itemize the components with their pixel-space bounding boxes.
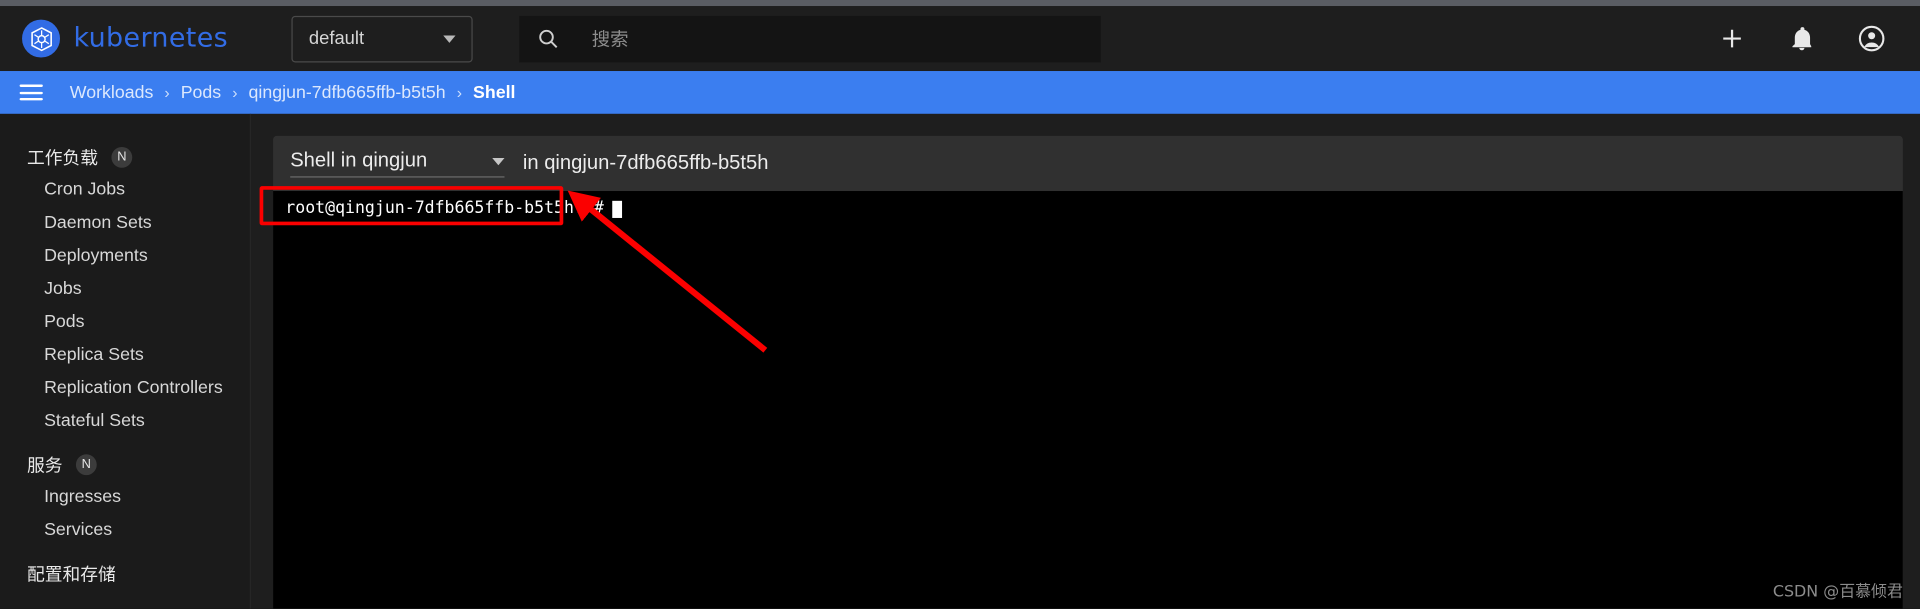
sidebar-group-label: 服务 bbox=[26, 456, 63, 476]
sidebar-item-label: Daemon Sets bbox=[44, 212, 152, 233]
terminal-output[interactable]: root@qingjun-7dfb665ffb-b5t5h:/# bbox=[273, 191, 1903, 609]
sidebar-item-label: Replica Sets bbox=[44, 344, 144, 365]
breadcrumb-item-pod-name[interactable]: qingjun-7dfb665ffb-b5t5h bbox=[249, 83, 446, 103]
breadcrumb-separator-icon: › bbox=[232, 83, 238, 102]
breadcrumb: Workloads › Pods › qingjun-7dfb665ffb-b5… bbox=[70, 83, 516, 103]
header-actions bbox=[1718, 24, 1886, 52]
namespace-selector[interactable]: default bbox=[291, 15, 474, 62]
breadcrumb-separator-icon: › bbox=[164, 83, 170, 102]
brand-name: kubernetes bbox=[73, 23, 229, 54]
namespace-selector-value: default bbox=[308, 28, 365, 49]
kubernetes-dashboard-app: kubernetes default 搜索 Workloads › Pods ›… bbox=[0, 0, 1920, 609]
shell-pod-label: in qingjun-7dfb665ffb-b5t5h bbox=[522, 151, 769, 174]
breadcrumb-bar: Workloads › Pods › qingjun-7dfb665ffb-b5… bbox=[0, 71, 1920, 114]
search-box[interactable]: 搜索 bbox=[519, 15, 1102, 62]
sidebar-group-label: 工作负载 bbox=[26, 148, 98, 169]
brand-logo[interactable]: kubernetes bbox=[22, 19, 229, 58]
account-circle-icon[interactable] bbox=[1858, 24, 1886, 52]
sidebar-group-workloads: 工作负载 N bbox=[0, 141, 250, 173]
container-selector-value: Shell in qingjun bbox=[290, 149, 428, 172]
sidebar-item-ingresses[interactable]: Ingresses bbox=[0, 480, 250, 513]
breadcrumb-item-pods[interactable]: Pods bbox=[181, 83, 221, 103]
sidebar-group-services: 服务 N bbox=[0, 448, 250, 480]
main-content: Shell in qingjun in qingjun-7dfb665ffb-b… bbox=[251, 113, 1920, 609]
search-input[interactable]: 搜索 bbox=[592, 26, 629, 52]
sidebar-item-label: Cron Jobs bbox=[44, 179, 126, 199]
body-wrapper: 工作负载 N Cron Jobs Daemon Sets Deployments… bbox=[0, 113, 1920, 609]
breadcrumb-separator-icon: › bbox=[456, 83, 463, 102]
search-icon bbox=[537, 27, 560, 50]
sidebar-item-label: Services bbox=[44, 519, 113, 540]
sidebar-item-label: Replication Controllers bbox=[44, 377, 223, 398]
sidebar-item-label: Deployments bbox=[44, 245, 148, 266]
app-header: kubernetes default 搜索 bbox=[0, 6, 1920, 72]
sidebar-item-services[interactable]: Services bbox=[0, 513, 250, 546]
namespace-scope-badge: N bbox=[75, 453, 97, 475]
terminal-line: root@qingjun-7dfb665ffb-b5t5h:/# bbox=[285, 198, 1903, 219]
container-selector[interactable]: Shell in qingjun bbox=[290, 149, 505, 178]
breadcrumb-item-shell: Shell bbox=[473, 82, 516, 103]
plus-icon[interactable] bbox=[1718, 24, 1746, 52]
kubernetes-helm-wheel-icon bbox=[22, 19, 61, 58]
watermark: CSDN @百慕倾君 bbox=[1772, 582, 1903, 602]
bell-icon[interactable] bbox=[1788, 24, 1816, 52]
terminal-prompt: root@qingjun-7dfb665ffb-b5t5h:/# bbox=[285, 198, 604, 218]
sidebar-item-label: Jobs bbox=[44, 278, 82, 299]
sidebar-item-daemon-sets[interactable]: Daemon Sets bbox=[0, 206, 250, 239]
sidebar-item-stateful-sets[interactable]: Stateful Sets bbox=[0, 404, 250, 437]
sidebar-item-label: Ingresses bbox=[44, 486, 122, 507]
sidebar-group-config-storage: 配置和存储 bbox=[0, 557, 250, 589]
namespace-scope-badge: N bbox=[111, 146, 133, 168]
sidebar-group-label: 配置和存储 bbox=[26, 565, 116, 585]
sidebar-item-jobs[interactable]: Jobs bbox=[0, 272, 250, 305]
sidebar-item-cron-jobs[interactable]: Cron Jobs bbox=[0, 173, 250, 206]
sidebar-item-label: Pods bbox=[44, 311, 85, 332]
breadcrumb-item-workloads[interactable]: Workloads bbox=[70, 83, 154, 103]
sidebar-item-deployments[interactable]: Deployments bbox=[0, 239, 250, 272]
block-cursor-icon bbox=[612, 200, 623, 218]
chevron-down-icon bbox=[443, 34, 456, 43]
sidebar-item-label: Stateful Sets bbox=[44, 410, 145, 431]
sidebar-item-replica-sets[interactable]: Replica Sets bbox=[0, 338, 250, 371]
sidebar-item-pods[interactable]: Pods bbox=[0, 305, 250, 338]
sidebar: 工作负载 N Cron Jobs Daemon Sets Deployments… bbox=[0, 113, 252, 609]
shell-card-header: Shell in qingjun in qingjun-7dfb665ffb-b… bbox=[273, 136, 1903, 191]
hamburger-menu-icon[interactable] bbox=[19, 80, 43, 104]
shell-card: Shell in qingjun in qingjun-7dfb665ffb-b… bbox=[273, 135, 1903, 609]
chevron-down-icon bbox=[492, 157, 505, 165]
sidebar-item-replication-controllers[interactable]: Replication Controllers bbox=[0, 371, 250, 404]
